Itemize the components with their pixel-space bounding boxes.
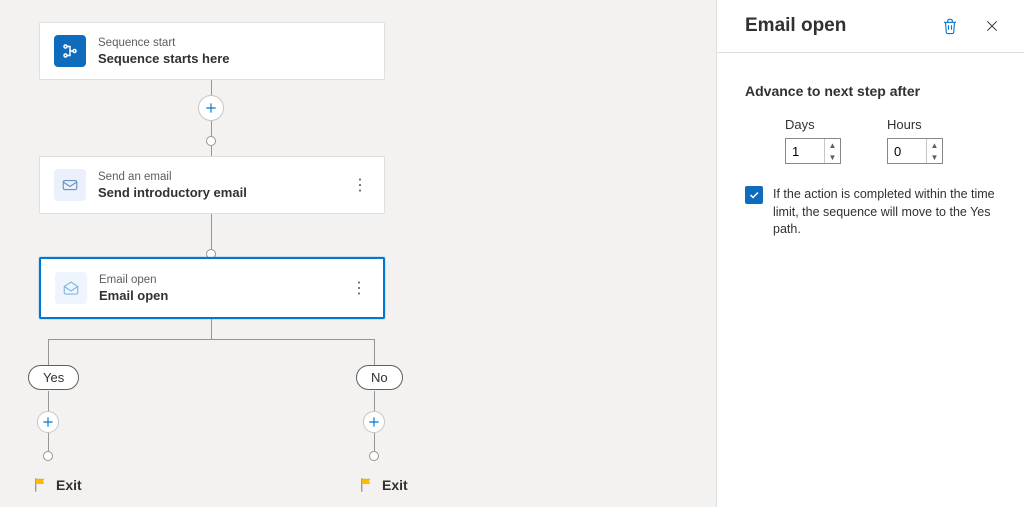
connector-line [48,339,374,340]
hours-increment[interactable]: ▲ [927,139,942,151]
connector-line [211,319,212,339]
connector-dot [206,136,216,146]
hours-decrement[interactable]: ▼ [927,151,942,163]
exit-label: Exit [382,477,408,493]
close-button[interactable] [978,12,1006,40]
days-decrement[interactable]: ▼ [825,151,840,163]
add-step-button[interactable] [37,411,59,433]
node-title: Sequence starts here [98,51,370,66]
hint-text: If the action is completed within the ti… [773,186,996,239]
hours-stepper[interactable]: ▲ ▼ [887,138,943,164]
connector-line [374,339,375,365]
flow-canvas: Sequence start Sequence starts here Send… [0,0,716,507]
node-type-label: Sequence start [98,37,370,49]
node-email-open[interactable]: Email open Email open ⋮ [39,257,385,319]
node-title: Send introductory email [98,185,350,200]
days-label: Days [785,117,841,132]
exit-node-right[interactable]: Exit [358,476,408,494]
node-title: Email open [99,288,349,303]
connector-line [374,391,375,411]
node-type-label: Send an email [98,171,350,183]
panel-title: Email open [745,15,846,37]
delete-button[interactable] [936,12,964,40]
connector-line [48,339,49,365]
days-input[interactable] [786,139,824,163]
branch-label-no[interactable]: No [356,365,403,390]
connector-dot [43,451,53,461]
days-increment[interactable]: ▲ [825,139,840,151]
flag-icon [32,476,50,494]
flowchart-start-icon [54,35,86,67]
connector-line [48,391,49,411]
connector-line [211,80,212,95]
connector-line [374,433,375,451]
add-step-button[interactable] [198,95,224,121]
connector-line [211,146,212,156]
flag-icon [358,476,376,494]
open-envelope-icon [55,272,87,304]
node-sequence-start[interactable]: Sequence start Sequence starts here [39,22,385,80]
exit-node-left[interactable]: Exit [32,476,82,494]
envelope-icon [54,169,86,201]
node-overflow-menu[interactable]: ⋮ [349,274,369,302]
node-type-label: Email open [99,274,349,286]
add-step-button[interactable] [363,411,385,433]
node-send-email[interactable]: Send an email Send introductory email ⋮ [39,156,385,214]
properties-panel: Email open Advance to next step after Da… [716,0,1024,507]
auto-advance-checkbox[interactable] [745,186,763,204]
connector-line [211,121,212,136]
hours-input[interactable] [888,139,926,163]
exit-label: Exit [56,477,82,493]
hours-label: Hours [887,117,943,132]
days-stepper[interactable]: ▲ ▼ [785,138,841,164]
node-overflow-menu[interactable]: ⋮ [350,171,370,199]
connector-dot [369,451,379,461]
connector-line [48,433,49,451]
branch-label-yes[interactable]: Yes [28,365,79,390]
connector-line [211,214,212,249]
section-label: Advance to next step after [745,83,996,99]
